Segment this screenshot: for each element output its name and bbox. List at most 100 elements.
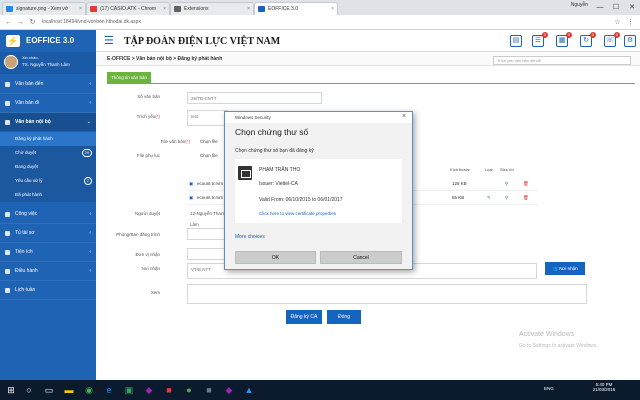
certificate-properties-link[interactable]: Click here to view certificate propertie… — [259, 211, 336, 216]
activate-windows-title: Activate Windows — [519, 331, 575, 338]
column-type: Loại — [485, 167, 493, 172]
forward-icon[interactable]: → — [15, 17, 26, 28]
sidebar-item-utilities[interactable]: Tiện ích ‹ — [0, 243, 96, 262]
task-view-icon[interactable]: ▭ — [42, 383, 56, 397]
phone-icon[interactable]: ☏ 0 — [604, 32, 620, 47]
phong-ban-label: Phòng/Ban đăng trình — [116, 232, 160, 237]
file-explorer-icon[interactable]: ▬ — [62, 383, 76, 397]
edge-icon[interactable]: e — [102, 383, 116, 397]
sidebar-subitem-published[interactable]: Đã phát hành — [0, 188, 96, 202]
chevron-left-icon: ‹ — [89, 249, 91, 255]
profile-name[interactable]: Nguyễn — [571, 2, 588, 8]
required-marker: (*) — [155, 114, 160, 119]
sidebar-item-records[interactable]: Tủ tài sơ ‹ — [0, 224, 96, 243]
count-badge: 29 — [81, 149, 92, 157]
more-choices-link[interactable]: More choices — [235, 234, 265, 240]
certificate-issuer: Issuer: Viettel-CA — [259, 181, 298, 187]
app-icon[interactable]: ■ — [202, 383, 216, 397]
don-vi-field[interactable] — [187, 248, 228, 260]
maximize-icon[interactable]: ☐ — [608, 0, 624, 15]
user-name[interactable]: TS. Nguyễn Thanh Lâm — [22, 62, 70, 67]
so-van-ban-field[interactable]: 26/TB-CNTT — [187, 92, 322, 104]
browser-tab-active[interactable]: EOFFICE 3.0 × — [254, 2, 338, 15]
star-icon[interactable]: ☆ — [612, 17, 623, 28]
url-input[interactable]: localhost:18494/vnd-vonbon.hthodai.dk.as… — [42, 17, 582, 28]
app-icon[interactable]: ■ — [162, 383, 176, 397]
ok-button[interactable]: OK — [235, 251, 316, 264]
app-icon[interactable]: ● — [182, 383, 196, 397]
app-logo[interactable]: ⚡ EOFFICE 3.0 — [0, 30, 96, 52]
close-icon[interactable]: × — [402, 113, 406, 120]
file-name[interactable]: ecount tr.rvm — [197, 191, 223, 205]
noi-nhan-button[interactable]: 👥 Nơi nhận — [545, 262, 585, 275]
hamburger-icon[interactable]: ☰ — [104, 35, 116, 47]
phong-ban-field[interactable] — [187, 228, 228, 240]
tab-underline — [107, 83, 635, 84]
badge: 0 — [613, 32, 620, 38]
app-icon[interactable]: ▲ — [242, 383, 256, 397]
chat-icon[interactable]: ☰ 0 — [532, 32, 548, 47]
choose-file-button[interactable]: Chọn file — [200, 139, 218, 144]
store-icon[interactable]: ▣ — [122, 383, 136, 397]
browser-tab[interactable]: (17) CASIO.ATK - Chrom × — [86, 2, 170, 15]
sidebar-subitem-reviewing[interactable]: Đang duyệt — [0, 160, 96, 174]
back-icon[interactable]: ← — [3, 17, 14, 28]
sidebar-item-label: Điều hành — [15, 268, 38, 274]
search-input[interactable]: Trích yếu văn bản đến/đi — [493, 56, 631, 65]
reload-icon[interactable]: ↻ — [27, 17, 38, 28]
minimize-icon[interactable]: — — [592, 0, 608, 15]
certificate-validity: Valid From: 06/10/2015 to 06/01/2017 — [259, 197, 343, 203]
tab-document-info[interactable]: Thông tin văn bản — [107, 72, 152, 83]
browser-tab[interactable]: signature.png - Xem vớ × — [2, 2, 86, 15]
cancel-button[interactable]: Cancel — [320, 251, 402, 264]
sidebar-subitem-request[interactable]: Yêu cầu xử lý 2 — [0, 174, 96, 188]
sign-ca-button[interactable]: Đăng ký CA — [286, 310, 322, 324]
chevron-left-icon: ‹ — [89, 230, 91, 236]
column-size: Kích thước — [450, 167, 470, 172]
language-indicator[interactable]: ENG — [544, 386, 554, 391]
choose-file-button[interactable]: Chọn file — [200, 153, 218, 158]
close-icon[interactable]: ✕ — [624, 0, 640, 15]
delete-icon[interactable]: 🗑 — [523, 177, 529, 191]
chrome-icon[interactable]: ◉ — [82, 383, 96, 397]
trich-yeu-field[interactable]: test — [187, 110, 228, 126]
refresh-icon[interactable]: ↻ 0 — [580, 32, 596, 47]
sidebar-item-incoming[interactable]: Văn bản đến ‹ — [0, 75, 96, 94]
browser-tab[interactable]: Extensions × — [170, 2, 254, 15]
edit-icon[interactable]: ✎ — [487, 191, 491, 205]
windows-start-icon[interactable]: ⊞ — [4, 383, 18, 397]
close-icon[interactable]: × — [331, 6, 334, 12]
breadcrumb[interactable]: E-OFFICE > Văn bản nội bộ > Đăng ký phát… — [107, 56, 222, 62]
clock[interactable]: 5:40 PM 21/03/2016 — [584, 382, 624, 392]
youtube-icon — [90, 6, 97, 12]
chevron-left-icon: ‹ — [89, 100, 91, 106]
close-icon[interactable]: × — [247, 6, 250, 12]
delete-icon[interactable]: 🗑 — [523, 191, 529, 205]
sidebar-item-schedule[interactable]: Lịch tuần — [0, 281, 96, 300]
attach-icon[interactable]: ⚲ — [505, 191, 508, 205]
close-icon[interactable]: × — [163, 6, 166, 12]
calendar-icon[interactable]: ▦ 0 — [556, 32, 572, 47]
sidebar-subitem-register[interactable]: Đăng ký phát hành — [0, 132, 96, 146]
sidebar-item-outgoing[interactable]: Văn bản đi ‹ — [0, 94, 96, 113]
tasks-icon — [5, 212, 10, 217]
sidebar-item-internal[interactable]: Văn bản nội bộ ⌄ — [0, 113, 96, 132]
xem-field[interactable] — [187, 284, 587, 304]
sidebar-item-management[interactable]: Điều hành ‹ — [0, 262, 96, 281]
sidebar-subitem-pending[interactable]: Chờ duyệt 29 — [0, 146, 96, 160]
visual-studio-icon[interactable]: ◆ — [222, 383, 236, 397]
close-icon[interactable]: × — [79, 6, 82, 12]
search-icon[interactable]: ○ — [22, 383, 36, 397]
close-button[interactable]: Đóng — [327, 310, 361, 324]
document-icon[interactable]: ▤ — [510, 35, 522, 47]
attach-icon[interactable]: ⚲ — [505, 177, 508, 191]
settings-icon[interactable]: ⚙ — [624, 35, 636, 47]
file-phu-luc-label: File phụ lục — [136, 153, 160, 158]
sidebar-item-tasks[interactable]: Công việc ‹ — [0, 205, 96, 224]
file-name[interactable]: ecount tr.rvm — [197, 177, 223, 191]
visual-studio-icon[interactable]: ◆ — [142, 383, 156, 397]
avatar[interactable] — [4, 55, 18, 69]
tab-label: Extensions — [184, 6, 209, 12]
menu-icon[interactable]: ⋮ — [625, 17, 636, 28]
nguoi-duyet-field[interactable]: 12-Nguyễn Thanh Lâm — [187, 208, 228, 227]
